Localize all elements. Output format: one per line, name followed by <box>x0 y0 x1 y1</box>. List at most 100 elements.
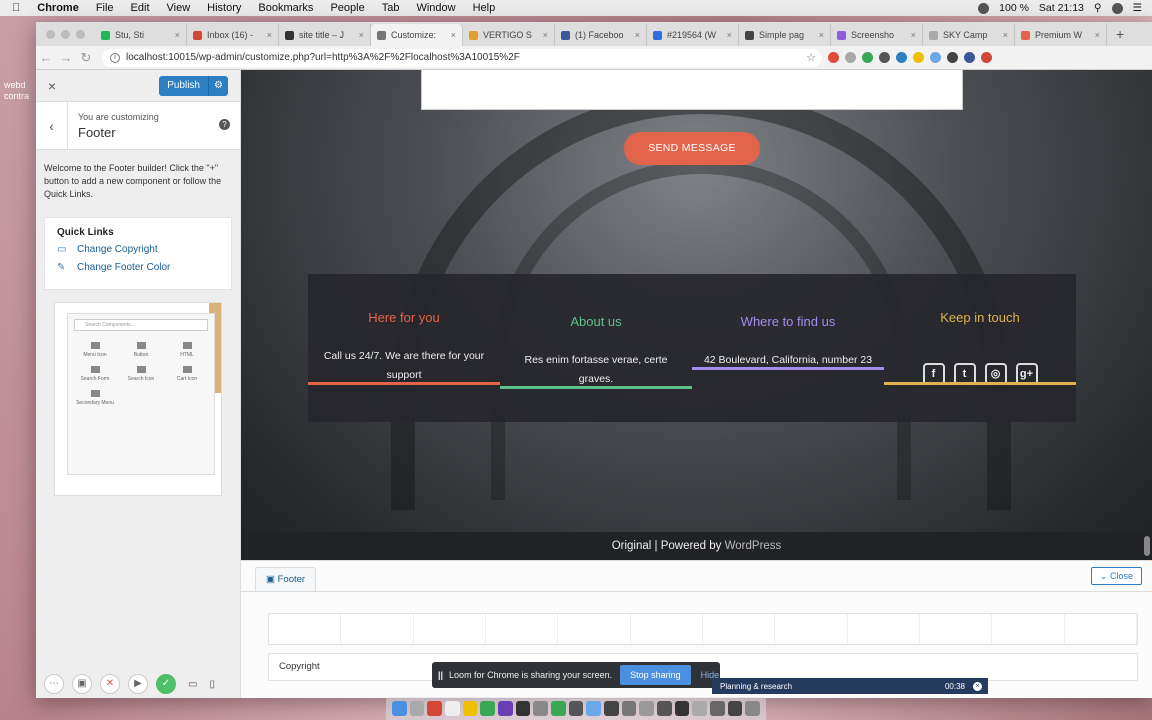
desktop-file-label[interactable]: webd contra <box>4 80 29 102</box>
pause-icon[interactable]: || <box>438 670 443 680</box>
wifi-icon[interactable] <box>978 2 990 14</box>
dock-app-icon[interactable] <box>621 701 637 716</box>
quick-link-change-footer-color[interactable]: ✎ Change Footer Color <box>57 262 219 273</box>
tablet-preview-icon[interactable]: ▭ <box>188 679 197 690</box>
user-avatar-icon[interactable] <box>1111 2 1123 14</box>
dock-app-icon[interactable] <box>515 701 531 716</box>
browser-tab[interactable]: Simple pag × <box>739 24 831 46</box>
dock-app-icon[interactable] <box>498 701 513 716</box>
browser-tab[interactable]: (1) Faceboo × <box>555 24 647 46</box>
close-tab-icon[interactable]: × <box>175 30 180 40</box>
close-tab-icon[interactable]: × <box>1003 30 1008 40</box>
close-tab-icon[interactable]: × <box>267 30 272 40</box>
play-icon[interactable]: ▶ <box>128 674 148 694</box>
dock-app-icon[interactable] <box>462 701 478 716</box>
extension-icon[interactable] <box>964 52 975 63</box>
menu-bookmarks[interactable]: Bookmarks <box>258 2 313 14</box>
dock-app-icon[interactable] <box>392 701 407 716</box>
clock-text[interactable]: Sat 21:13 <box>1039 2 1084 14</box>
extension-icon[interactable] <box>828 52 839 63</box>
battery-text[interactable]: 100 % <box>999 2 1029 14</box>
extension-icon[interactable] <box>862 52 873 63</box>
browser-tab[interactable]: #219564 (W × <box>647 24 739 46</box>
dock-app-icon[interactable] <box>604 701 619 716</box>
dock-app-icon[interactable] <box>409 701 425 716</box>
bookmark-star-icon[interactable]: ☆ <box>806 51 816 64</box>
browser-tab[interactable]: Screensho × <box>831 24 923 46</box>
menu-view[interactable]: View <box>167 2 191 14</box>
browser-tab[interactable]: Customize: × <box>371 24 463 46</box>
address-bar[interactable]: i localhost:10015/wp-admin/customize.php… <box>102 48 822 67</box>
help-icon[interactable]: ? <box>219 119 230 130</box>
minimize-window-button[interactable] <box>61 29 70 39</box>
menu-list-icon[interactable]: ☰ <box>1133 2 1142 14</box>
message-textarea[interactable] <box>421 70 963 110</box>
forward-icon[interactable]: → <box>56 50 76 65</box>
browser-tab[interactable]: Inbox (16) - × <box>187 24 279 46</box>
dock-app-icon[interactable] <box>480 701 496 716</box>
back-arrow-icon[interactable]: ‹ <box>36 101 68 150</box>
dock-app-icon[interactable] <box>745 701 761 716</box>
browser-tab[interactable]: SKY Camp × <box>923 24 1015 46</box>
menu-help[interactable]: Help <box>473 2 496 14</box>
dock-app-icon[interactable] <box>568 701 584 716</box>
close-icon[interactable]: × <box>36 78 68 94</box>
more-options-icon[interactable]: ⋯ <box>44 674 64 694</box>
close-tab-icon[interactable]: × <box>359 30 364 40</box>
browser-tab[interactable]: site title – J × <box>279 24 371 46</box>
footer-builder-tab[interactable]: ▣ Footer <box>255 567 317 591</box>
menu-history[interactable]: History <box>207 2 241 14</box>
close-window-button[interactable] <box>46 29 55 39</box>
close-icon[interactable]: × <box>973 681 982 691</box>
close-builder-button[interactable]: ⌄ Close <box>1090 567 1142 585</box>
search-icon[interactable]: ⚲ <box>1094 2 1102 14</box>
dock-app-icon[interactable] <box>551 701 566 716</box>
menu-edit[interactable]: Edit <box>131 2 150 14</box>
camera-icon[interactable]: ▣ <box>72 674 92 694</box>
publish-settings-icon[interactable]: ⚙ <box>208 75 228 96</box>
dock-app-icon[interactable] <box>586 701 602 716</box>
close-tab-icon[interactable]: × <box>819 30 824 40</box>
browser-tab[interactable]: Stu, Sti × <box>95 24 187 46</box>
reload-icon[interactable]: ↻ <box>76 50 96 66</box>
extension-icon[interactable] <box>913 52 924 63</box>
back-icon[interactable]: ← <box>36 50 56 65</box>
close-tab-icon[interactable]: × <box>727 30 732 40</box>
preview-scrollbar[interactable] <box>1144 536 1150 556</box>
publish-button[interactable]: Publish <box>159 75 208 96</box>
menu-window[interactable]: Window <box>416 2 455 14</box>
extension-icon[interactable] <box>981 52 992 63</box>
cancel-icon[interactable]: ✕ <box>100 674 120 694</box>
dock-app-icon[interactable] <box>710 701 725 716</box>
new-tab-icon[interactable]: + <box>1107 26 1133 42</box>
close-tab-icon[interactable]: × <box>635 30 640 40</box>
zoom-window-button[interactable] <box>76 29 85 39</box>
dock-app-icon[interactable] <box>639 701 655 716</box>
dock-app-icon[interactable] <box>533 701 549 716</box>
apple-menu-icon[interactable]:  <box>12 2 20 14</box>
copyright-component[interactable]: Copyright <box>279 661 320 672</box>
browser-tab[interactable]: Premium W × <box>1015 24 1107 46</box>
extension-icon[interactable] <box>947 52 958 63</box>
dock-app-icon[interactable] <box>427 701 443 716</box>
dock-app-icon[interactable] <box>727 701 743 716</box>
dock-app-icon[interactable] <box>657 701 672 716</box>
extension-icon[interactable] <box>896 52 907 63</box>
dock-app-icon[interactable] <box>445 701 460 716</box>
close-tab-icon[interactable]: × <box>911 30 916 40</box>
quick-link-change-copyright[interactable]: ▭ Change Copyright <box>57 244 219 255</box>
menu-tab[interactable]: Tab <box>382 2 400 14</box>
browser-tab[interactable]: VERTIGO S × <box>463 24 555 46</box>
info-icon[interactable]: i <box>110 52 120 63</box>
send-message-button[interactable]: SEND MESSAGE <box>624 132 760 165</box>
menu-file[interactable]: File <box>96 2 114 14</box>
extension-icon[interactable] <box>845 52 856 63</box>
extension-icon[interactable] <box>930 52 941 63</box>
dock-app-icon[interactable] <box>692 701 708 716</box>
close-tab-icon[interactable]: × <box>543 30 548 40</box>
extension-icon[interactable] <box>879 52 890 63</box>
builder-row-main[interactable] <box>268 613 1138 645</box>
wordpress-link[interactable]: WordPress <box>725 540 782 552</box>
dock-app-icon[interactable] <box>674 701 690 716</box>
stop-sharing-button[interactable]: Stop sharing <box>620 665 691 685</box>
